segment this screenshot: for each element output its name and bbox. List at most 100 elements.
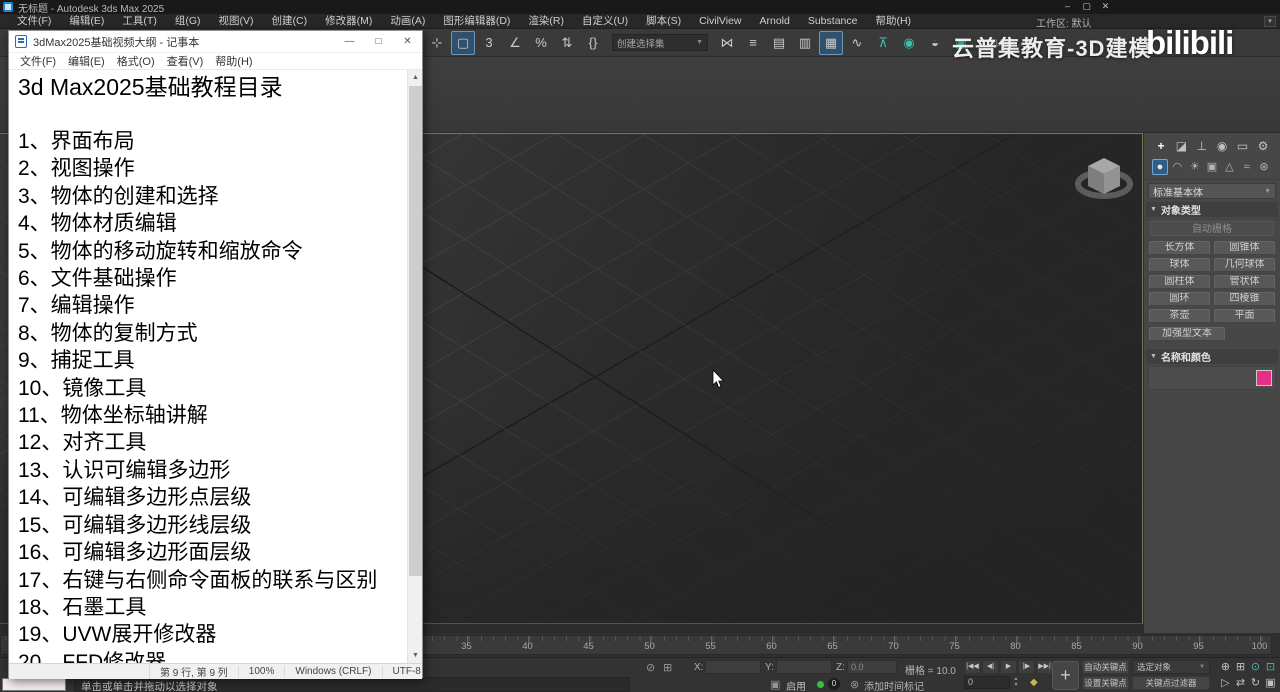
category-icon[interactable]: ▣	[1204, 159, 1220, 175]
time-tag-icon[interactable]: ⊗	[850, 678, 859, 691]
toolbar-icon[interactable]: ▥	[793, 31, 817, 55]
toolbar-icon[interactable]: ▤	[767, 31, 791, 55]
scrollbar-thumb[interactable]	[409, 86, 422, 576]
nav-icon[interactable]: ↻	[1248, 676, 1263, 691]
notepad-menu-item[interactable]: 编辑(E)	[62, 53, 111, 69]
selection-lock-icon[interactable]: ⊘	[646, 661, 655, 674]
menu-item[interactable]: CivilView	[690, 14, 750, 28]
primitive-button[interactable]: 茶壶	[1149, 309, 1210, 323]
menu-item[interactable]: 编辑(E)	[60, 14, 113, 28]
menu-item[interactable]: 创建(C)	[263, 14, 317, 28]
primitive-button[interactable]: 平面	[1214, 309, 1275, 323]
close-button[interactable]: ✕	[1096, 0, 1115, 13]
nav-icon[interactable]: ⊞	[1233, 660, 1248, 675]
nav-icon[interactable]: ⊙	[1248, 660, 1263, 675]
menu-item[interactable]: 修改器(M)	[316, 14, 381, 28]
toolbar-icon[interactable]: ⊼	[871, 31, 895, 55]
y-field[interactable]	[776, 660, 832, 674]
toolbar-icon[interactable]: %	[529, 31, 553, 55]
notepad-minimize-button[interactable]: —	[335, 31, 364, 52]
primitive-button[interactable]: 长方体	[1149, 241, 1210, 255]
command-panel-tab[interactable]: +	[1152, 138, 1170, 155]
category-icon[interactable]: ☀	[1187, 159, 1203, 175]
shield-icon[interactable]: ▣	[770, 678, 780, 691]
command-panel-tab[interactable]: ◉	[1213, 138, 1231, 155]
set-keys-button[interactable]: +	[1052, 661, 1079, 690]
nav-icon[interactable]: ▷	[1218, 676, 1233, 691]
menu-item[interactable]: 自定义(U)	[573, 14, 637, 28]
toolbar-icon[interactable]: ⇅	[555, 31, 579, 55]
key-mode-icon[interactable]: ◆	[1030, 677, 1038, 688]
menu-item[interactable]: 视图(V)	[210, 14, 263, 28]
category-icon[interactable]: ●	[1152, 159, 1168, 175]
toolbar-icon[interactable]: ⊹	[425, 31, 449, 55]
nav-icon[interactable]: ⇄	[1233, 676, 1248, 691]
menu-item[interactable]: Arnold	[750, 14, 798, 28]
add-time-tag[interactable]: 添加时间标记	[864, 678, 924, 692]
z-field[interactable]: 0.0	[847, 660, 897, 674]
primitive-button[interactable]: 圆柱体	[1149, 275, 1210, 289]
viewcube[interactable]	[1072, 148, 1136, 210]
x-field[interactable]	[705, 660, 761, 674]
command-panel-tab[interactable]: ▭	[1234, 138, 1252, 155]
primitive-button[interactable]: 四棱锥	[1214, 292, 1275, 306]
category-icon[interactable]: ⊛	[1256, 159, 1272, 175]
menu-item[interactable]: 动画(A)	[381, 14, 434, 28]
command-panel-tab[interactable]: ⚙	[1254, 138, 1272, 155]
notepad-menu-item[interactable]: 文件(F)	[14, 53, 62, 69]
category-icon[interactable]: ≈	[1239, 159, 1255, 175]
primitive-button[interactable]: 圆锥体	[1214, 241, 1275, 255]
primitive-button[interactable]: 圆环	[1149, 292, 1210, 306]
primitive-button-text-plus[interactable]: 加强型文本	[1149, 327, 1225, 341]
menu-item[interactable]: 脚本(S)	[637, 14, 690, 28]
playback-button[interactable]: ▶	[1000, 660, 1017, 674]
primitive-button[interactable]: 几何球体	[1214, 258, 1275, 272]
toolbar-icon[interactable]: ∿	[845, 31, 869, 55]
scroll-down-icon[interactable]: ▼	[408, 648, 422, 663]
playback-button[interactable]: |◀◀	[964, 660, 981, 674]
selected-object-dropdown[interactable]: 选定对象 ▼	[1132, 660, 1210, 674]
menu-item[interactable]: 工具(T)	[113, 14, 165, 28]
command-panel-tab[interactable]: ⊥	[1193, 138, 1211, 155]
auto-key-button[interactable]: 自动关键点	[1082, 660, 1129, 674]
primitive-button[interactable]: 球体	[1149, 258, 1210, 272]
toolbar-icon[interactable]: ≡	[741, 31, 765, 55]
menu-item[interactable]: 文件(F)	[8, 14, 60, 28]
toolbar-icon[interactable]: ⋈	[715, 31, 739, 55]
object-color-swatch[interactable]	[1256, 370, 1272, 386]
menu-item[interactable]: 图形编辑器(D)	[434, 14, 519, 28]
category-icon[interactable]: △	[1221, 159, 1237, 175]
set-key-button[interactable]: 设置关键点	[1082, 676, 1129, 690]
menu-item[interactable]: Substance	[799, 14, 867, 28]
command-panel-tab[interactable]: ◪	[1172, 138, 1190, 155]
current-frame-field[interactable]: 0	[964, 676, 1010, 689]
key-filters-button[interactable]: 关键点过滤器	[1132, 676, 1210, 690]
notepad-menu-item[interactable]: 查看(V)	[161, 53, 210, 69]
nav-icon[interactable]: ⊡	[1263, 660, 1278, 675]
toolbar-icon[interactable]: ▢	[451, 30, 475, 55]
absolute-mode-icon[interactable]: ⊞	[663, 661, 672, 674]
notepad-menu-item[interactable]: 帮助(H)	[209, 53, 258, 69]
nav-icon[interactable]: ▣	[1263, 676, 1278, 691]
notepad-menu-item[interactable]: 格式(O)	[111, 53, 161, 69]
notepad-scrollbar[interactable]: ▲ ▼	[407, 70, 422, 663]
named-selection-sets-dropdown[interactable]: 创建选择集 ▼	[612, 34, 708, 51]
playback-button[interactable]: ▶▶|	[1036, 660, 1053, 674]
toolbar-icon[interactable]: ▦	[819, 30, 843, 55]
maximize-button[interactable]: ▢	[1077, 0, 1096, 13]
notepad-text-area[interactable]: 3d Max2025基础教程目录 1、界面布局 2、视图操作 3、物体的创建和选择 4…	[9, 70, 422, 663]
minimize-button[interactable]: –	[1058, 0, 1077, 13]
nav-icon[interactable]: ⊕	[1218, 660, 1233, 675]
toolbar-icon[interactable]: {}	[581, 31, 605, 55]
menu-item[interactable]: 组(G)	[166, 14, 210, 28]
toolbar-icon[interactable]: ∠	[503, 31, 527, 55]
toolbar-icon[interactable]: 3	[477, 31, 501, 55]
primitive-button[interactable]: 管状体	[1214, 275, 1275, 289]
name-color-rollout[interactable]: ▼ 名称和颜色	[1146, 349, 1278, 364]
toolbar-icon[interactable]: ◒	[923, 31, 947, 55]
menu-item[interactable]: 渲染(R)	[519, 14, 573, 28]
toolbar-icon[interactable]: ◉	[897, 31, 921, 55]
maxscript-mini-listener[interactable]	[2, 678, 66, 691]
category-icon[interactable]: ◠	[1169, 159, 1185, 175]
playback-button[interactable]: |▶	[1018, 660, 1035, 674]
